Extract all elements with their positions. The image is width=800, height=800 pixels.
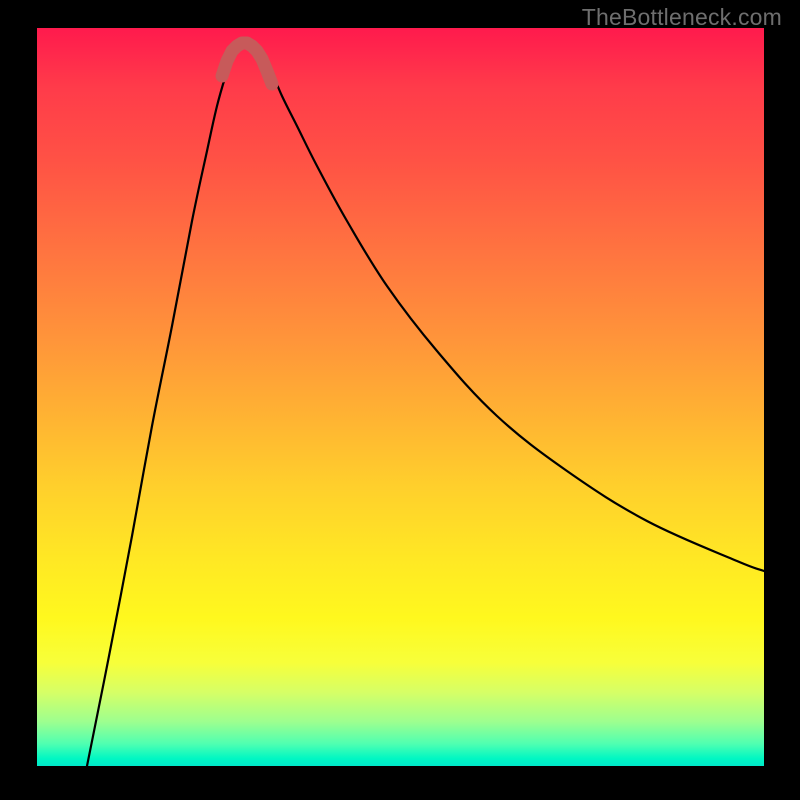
plot-area <box>37 28 764 766</box>
watermark-text: TheBottleneck.com <box>582 4 782 31</box>
optimal-range-marker <box>222 43 272 84</box>
chart-frame: TheBottleneck.com <box>0 0 800 800</box>
bottleneck-curve-path <box>87 43 764 766</box>
chart-svg <box>37 28 764 766</box>
